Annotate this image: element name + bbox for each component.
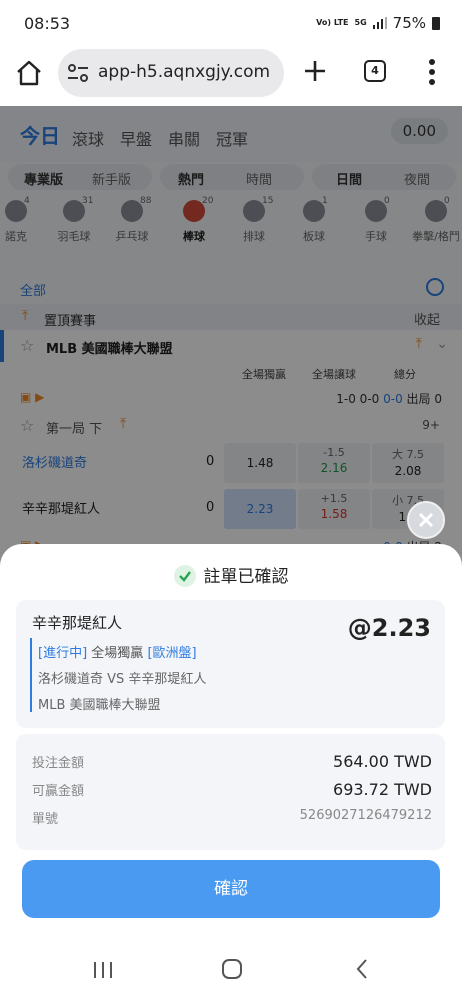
- signal-icon: [372, 17, 387, 29]
- close-icon: [418, 512, 434, 528]
- ticket-number: 5269027126479212: [299, 808, 432, 823]
- battery-percent: 75%: [392, 14, 426, 32]
- close-button[interactable]: [407, 501, 445, 539]
- odds-type: [歐洲盤]: [147, 646, 197, 661]
- win-value: 693.72 TWD: [333, 780, 432, 799]
- tab-switcher-button[interactable]: 4: [364, 60, 386, 82]
- stake-value: 564.00 TWD: [333, 752, 432, 771]
- ticket-label: 單號: [32, 812, 59, 827]
- site-settings-icon[interactable]: [66, 63, 90, 83]
- bet-status: [進行中]: [38, 646, 88, 661]
- bet-market-line: [進行中] 全場獨贏 [歐洲盤]: [38, 642, 197, 661]
- more-menu-icon[interactable]: [428, 58, 436, 86]
- status-right: Vo) LTE 5G 75%: [316, 14, 440, 32]
- accent-bar: [30, 638, 32, 712]
- url-text: app-h5.aqnxgjy.com: [98, 62, 271, 82]
- win-label: 可贏金額: [32, 784, 85, 799]
- selection-team: 辛辛那堤紅人: [32, 614, 123, 632]
- browser-toolbar: app-h5.aqnxgjy.com 4: [0, 46, 462, 106]
- sheet-header: 註單已確認: [0, 562, 462, 587]
- home-nav-icon[interactable]: [221, 958, 243, 980]
- network-indicator: 5G: [354, 18, 367, 27]
- stake-label: 投注金額: [32, 756, 85, 771]
- system-nav-bar: [0, 940, 462, 1000]
- back-icon[interactable]: [354, 958, 370, 980]
- bet-market: 全場獨贏: [91, 646, 144, 661]
- address-bar[interactable]: app-h5.aqnxgjy.com: [58, 49, 284, 97]
- battery-icon: [432, 16, 440, 30]
- bet-selection-card: 辛辛那堤紅人 @2.23 [進行中] 全場獨贏 [歐洲盤] 洛杉磯道奇 VS 辛…: [16, 600, 445, 728]
- new-tab-icon[interactable]: [302, 58, 328, 84]
- confirm-button[interactable]: 確認: [22, 860, 440, 918]
- selection-odds: @2.23: [347, 614, 431, 642]
- matchup: 洛杉磯道奇 VS 辛辛那堤紅人: [38, 672, 207, 687]
- bet-summary-card: 投注金額 564.00 TWD 可贏金額 693.72 TWD 單號 52690…: [16, 734, 445, 850]
- status-bar: 08:53 Vo) LTE 5G 75%: [0, 0, 462, 46]
- status-time: 08:53: [24, 14, 71, 33]
- check-circle-icon: [173, 565, 196, 587]
- recents-icon[interactable]: [92, 960, 114, 980]
- league-label: MLB 美國職棒大聯盟: [38, 698, 161, 713]
- home-icon[interactable]: [14, 58, 44, 88]
- sheet-title: 註單已確認: [203, 567, 289, 587]
- volte-indicator: Vo) LTE: [316, 18, 349, 27]
- bet-confirmation-sheet: 註單已確認 辛辛那堤紅人 @2.23 [進行中] 全場獨贏 [歐洲盤] 洛杉磯道…: [0, 544, 462, 1000]
